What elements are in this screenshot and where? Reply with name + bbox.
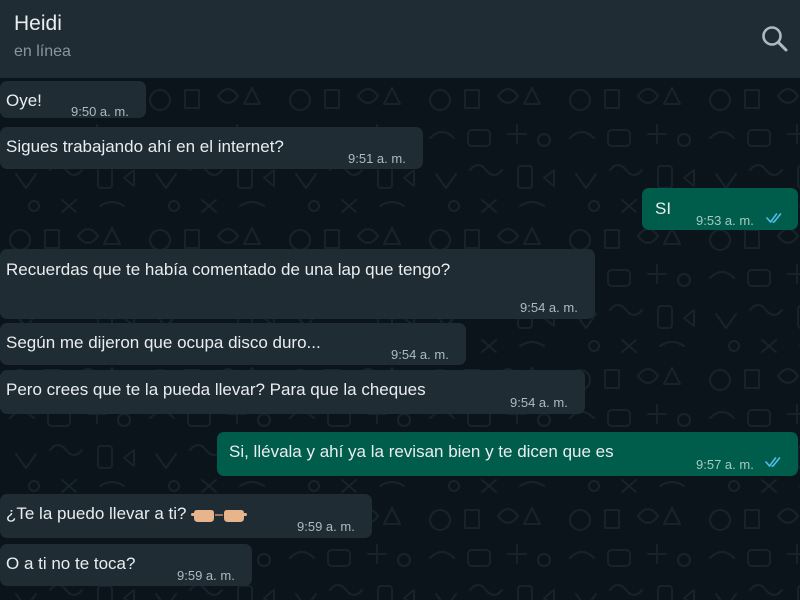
message-text: Recuerdas que te había comentado de una … <box>6 260 451 279</box>
pointing-hands-emoji <box>191 509 248 522</box>
message-bubble-incoming[interactable]: Según me dijeron que ocupa disco duro...… <box>0 323 466 365</box>
contact-name[interactable]: Heidi <box>14 12 62 36</box>
message-time: 9:59 a. m. <box>177 568 235 583</box>
message-bubble-outgoing[interactable]: Si, llévala y ahí ya la revisan bien y t… <box>217 432 798 476</box>
message-time: 9:51 a. m. <box>348 151 406 166</box>
message-text-content: ¿Te la puedo llevar a ti? <box>6 504 187 523</box>
message-text: SI <box>655 199 672 218</box>
chat-window: Heidi en línea Oye! 9:50 a. m. Sigues tr… <box>0 0 800 600</box>
read-receipt-icon <box>766 213 782 223</box>
search-button[interactable] <box>758 22 792 56</box>
message-text: Oye! <box>6 91 42 110</box>
message-bubble-incoming[interactable]: Oye! 9:50 a. m. <box>0 81 146 119</box>
message-bubble-incoming[interactable]: Sigues trabajando ahí en el internet? 9:… <box>0 127 423 169</box>
read-receipt-icon <box>765 457 781 467</box>
message-time: 9:50 a. m. <box>71 104 129 119</box>
message-time: 9:54 a. m. <box>520 300 578 315</box>
message-text: ¿Te la puedo llevar a ti? <box>6 503 248 526</box>
message-bubble-incoming[interactable]: Recuerdas que te había comentado de una … <box>0 249 595 319</box>
message-time: 9:54 a. m. <box>391 347 449 362</box>
message-bubble-incoming[interactable]: O a ti no te toca? 9:59 a. m. <box>0 544 252 586</box>
message-time: 9:57 a. m. <box>696 457 754 472</box>
search-icon <box>762 26 788 52</box>
message-time: 9:59 a. m. <box>297 519 355 534</box>
message-bubble-incoming[interactable]: Pero crees que te la pueda llevar? Para … <box>0 370 585 414</box>
message-list[interactable]: Oye! 9:50 a. m. Sigues trabajando ahí en… <box>0 78 800 600</box>
message-text: Sigues trabajando ahí en el internet? <box>6 137 284 156</box>
message-time: 9:54 a. m. <box>510 395 568 410</box>
message-text: O a ti no te toca? <box>6 554 136 573</box>
message-text: Pero crees que te la pueda llevar? Para … <box>6 380 426 399</box>
chat-header[interactable]: Heidi en línea <box>0 0 800 78</box>
message-bubble-incoming[interactable]: ¿Te la puedo llevar a ti? 9:59 a. m. <box>0 494 372 538</box>
message-bubble-outgoing[interactable]: SI 9:53 a. m. <box>642 188 798 230</box>
message-text: Según me dijeron que ocupa disco duro... <box>6 333 321 352</box>
message-time: 9:53 a. m. <box>696 213 754 228</box>
contact-status: en línea <box>14 43 71 60</box>
message-text: Si, llévala y ahí ya la revisan bien y t… <box>229 442 614 461</box>
